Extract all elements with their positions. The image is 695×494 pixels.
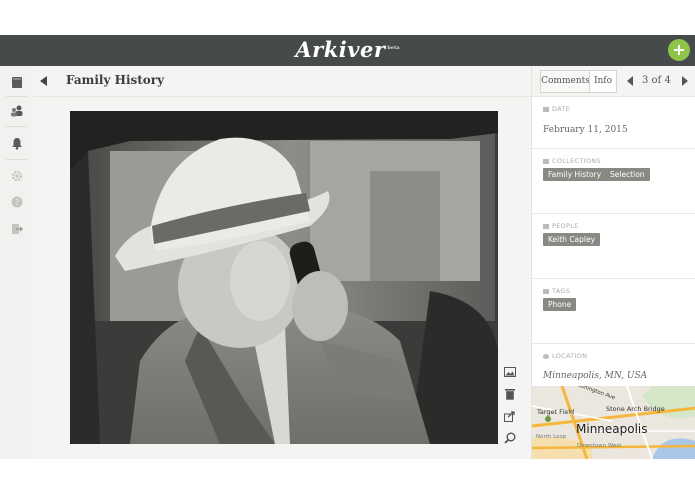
tab-info[interactable]: Info <box>589 70 617 93</box>
date-value: February 11, 2015 <box>543 125 628 135</box>
zoom-icon <box>504 432 516 444</box>
person-chip[interactable]: Keith Capley <box>543 233 601 246</box>
bell-icon <box>11 137 22 150</box>
folder-icon <box>543 158 549 164</box>
share-button[interactable] <box>499 405 521 427</box>
app-name: Arkiver <box>295 37 386 62</box>
people-label: PEOPLE <box>543 222 579 230</box>
people-label-text: PEOPLE <box>552 222 579 230</box>
image-icon <box>504 367 516 377</box>
globe-icon <box>543 353 549 359</box>
previous-icon[interactable] <box>627 76 633 86</box>
image-tool-button[interactable] <box>499 361 521 383</box>
sidebar-item-logout[interactable] <box>0 216 33 242</box>
tags-label: TAGS <box>543 287 570 295</box>
photo[interactable] <box>70 111 498 444</box>
logout-icon <box>11 224 23 234</box>
location-section: LOCATION Minneapolis, MN, USA <box>532 344 695 386</box>
collections-label-text: COLLECTIONS <box>552 157 601 165</box>
photo-viewer <box>33 97 531 459</box>
app-logo: Arkiver beta <box>0 37 695 62</box>
location-map[interactable]: Washington Ave Target Field Stone Arch B… <box>532 386 695 459</box>
plus-icon <box>674 45 684 55</box>
panel-tabs: Comments Info 3 of 4 <box>532 66 695 97</box>
tab-comments[interactable]: Comments <box>540 70 591 93</box>
help-icon: ? <box>11 196 22 208</box>
collections-label: COLLECTIONS <box>543 157 601 165</box>
sidebar-item-help[interactable]: ? <box>0 189 33 215</box>
sidebar-divider <box>6 96 27 97</box>
add-button[interactable] <box>668 39 690 61</box>
tags-section: TAGS Phone <box>532 279 695 344</box>
location-value: Minneapolis, MN, USA <box>543 371 648 381</box>
photo-toolbar <box>499 361 521 449</box>
page-title: Family History <box>66 73 165 87</box>
back-icon[interactable] <box>40 76 47 86</box>
date-section: DATE February 11, 2015 <box>532 97 695 149</box>
collection-chip[interactable]: Selection <box>605 168 650 181</box>
next-icon[interactable] <box>682 76 688 86</box>
tags-label-text: TAGS <box>552 287 571 295</box>
tag-chip[interactable]: Phone <box>543 298 577 311</box>
collections-section: COLLECTIONS Family History Selection <box>532 149 695 214</box>
date-label-text: DATE <box>552 105 571 113</box>
sidebar-item-notifications[interactable] <box>0 130 33 156</box>
top-bar: Arkiver beta <box>0 35 695 66</box>
app-window: Arkiver beta ? Family History Comments I… <box>0 35 695 459</box>
share-icon <box>504 410 515 422</box>
photo-image <box>70 111 498 444</box>
map-area-label: North Loop <box>536 434 567 440</box>
pager-counter: 3 of 4 <box>642 75 671 86</box>
calendar-icon <box>543 106 549 112</box>
zoom-button[interactable] <box>499 427 521 449</box>
gear-icon <box>11 170 22 182</box>
sidebar-divider <box>6 126 27 127</box>
map-city-label: Minneapolis <box>576 422 648 436</box>
book-icon <box>11 76 22 88</box>
people-icon <box>10 105 22 117</box>
sidebar-item-library[interactable] <box>0 69 33 95</box>
location-label: LOCATION <box>543 352 587 360</box>
sidebar-item-settings[interactable] <box>0 163 33 189</box>
date-label: DATE <box>543 105 570 113</box>
people-section: PEOPLE Keith Capley <box>532 214 695 279</box>
content-header: Family History <box>33 66 531 97</box>
app-badge: beta <box>387 45 400 51</box>
sidebar: ? <box>0 66 34 459</box>
map-poi-label: Target Field <box>537 408 575 416</box>
sidebar-item-people[interactable] <box>0 98 33 124</box>
person-icon <box>543 223 549 229</box>
map-area-label: Downtown West <box>577 443 622 449</box>
collection-chip[interactable]: Family History <box>543 168 607 181</box>
delete-button[interactable] <box>499 383 521 405</box>
trash-icon <box>505 389 515 400</box>
tag-icon <box>543 288 549 294</box>
svg-text:?: ? <box>14 198 18 207</box>
sidebar-divider <box>6 159 27 160</box>
map-poi-label: Stone Arch Bridge <box>606 405 665 413</box>
location-label-text: LOCATION <box>552 352 588 360</box>
info-panel: Comments Info 3 of 4 DATE February 11, 2… <box>531 66 695 459</box>
